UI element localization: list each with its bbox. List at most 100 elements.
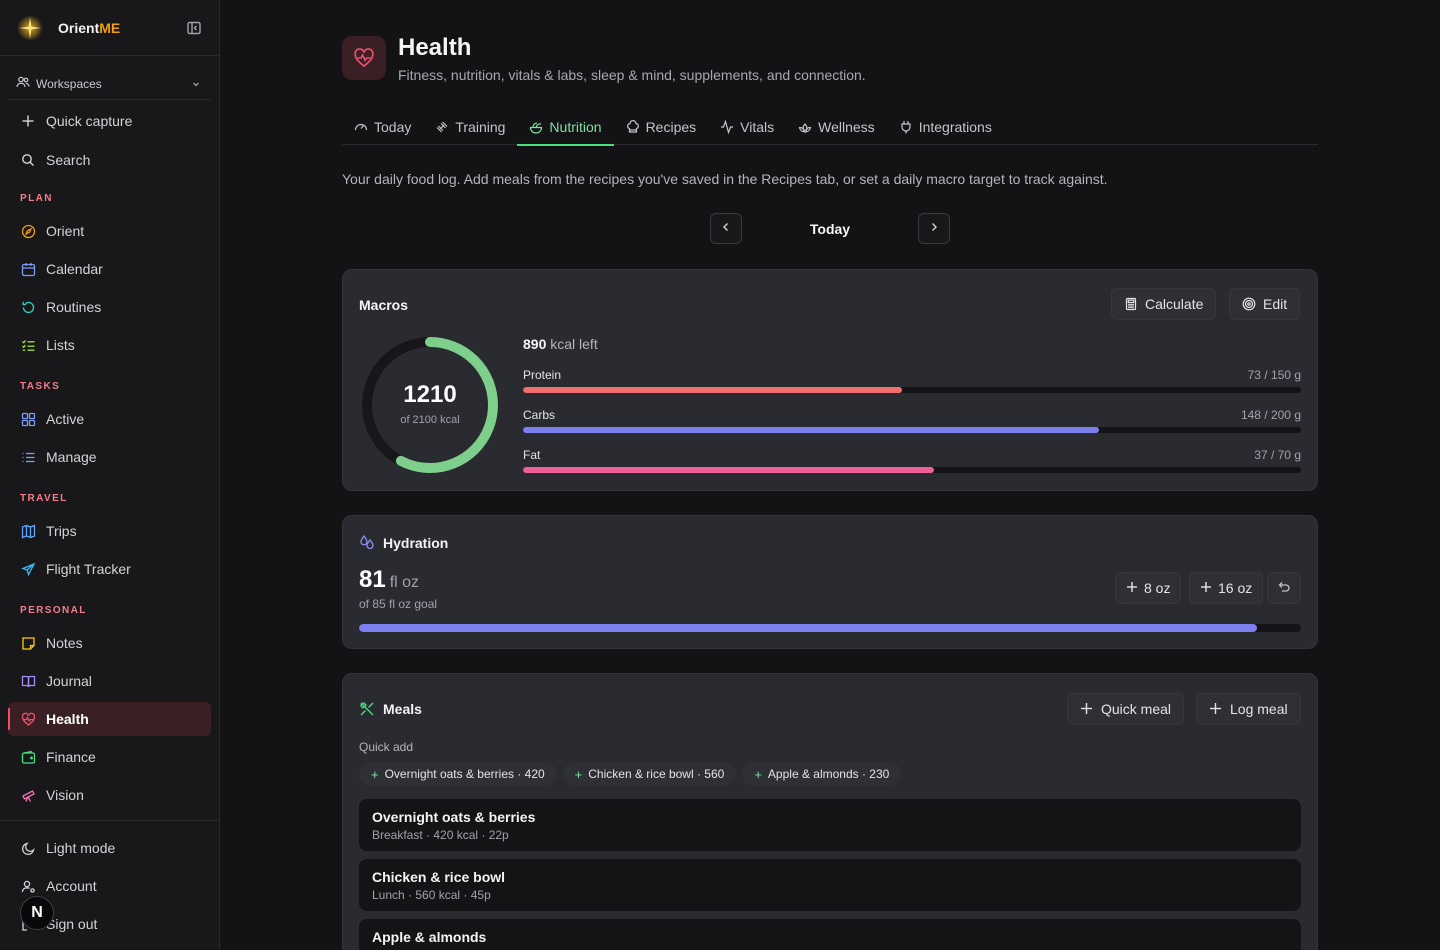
tab-integrations[interactable]: Integrations [887, 108, 1004, 145]
page-title: Health [398, 34, 472, 61]
tab-wellness[interactable]: Wellness [786, 108, 887, 145]
quick-add-label: Quick add [359, 740, 414, 754]
divider [0, 820, 220, 821]
chevron-right-icon [928, 220, 940, 238]
telescope-icon [20, 787, 36, 803]
calculate-button[interactable]: Calculate [1111, 288, 1217, 320]
macro-progress-track [523, 467, 1301, 473]
tab-recipes[interactable]: Recipes [614, 108, 709, 145]
list-icon [20, 449, 36, 465]
plus-icon: + [574, 766, 583, 782]
sidebar-item-manage[interactable]: Manage [8, 440, 211, 474]
grid-icon [20, 411, 36, 427]
checklist-icon [20, 337, 36, 353]
sidebar-item-orient[interactable]: Orient [8, 214, 211, 248]
lotus-icon [798, 120, 812, 134]
users-icon [16, 75, 30, 92]
edit-targets-button[interactable]: Edit [1229, 288, 1301, 320]
meal-entry[interactable]: Overnight oats & berries Breakfast · 420… [359, 799, 1301, 851]
calculator-icon [1124, 297, 1138, 311]
sidebar-item-notes[interactable]: Notes [8, 626, 211, 660]
macro-row-protein: Protein 73 / 150 g [523, 368, 1301, 393]
macro-progress-track [523, 427, 1301, 433]
tab-vitals[interactable]: Vitals [708, 108, 786, 145]
note-icon [20, 635, 36, 651]
add-16oz-button[interactable]: 16 oz [1189, 572, 1264, 604]
macros-card: Macros Calculate Edit 1210 of 2100 kcal … [342, 269, 1318, 491]
search-button[interactable]: Search [8, 143, 211, 177]
heart-pulse-icon [20, 711, 36, 727]
divider [0, 55, 220, 56]
undo-icon [1277, 580, 1291, 597]
undo-hydration-button[interactable] [1267, 572, 1301, 604]
tab-training[interactable]: Training [423, 108, 517, 145]
section-label-plan: PLAN [20, 193, 53, 204]
health-tabs: Today Training Nutrition Recipes Vitals … [342, 108, 1318, 146]
hydration-progress-track [359, 624, 1301, 632]
light-mode-toggle[interactable]: Light mode [8, 831, 211, 865]
section-label-travel: TRAVEL [20, 493, 68, 504]
page-subtitle: Fitness, nutrition, vitals & labs, sleep… [398, 67, 866, 83]
next-day-button[interactable] [918, 213, 950, 244]
sidebar-item-trips[interactable]: Trips [8, 514, 211, 548]
macro-row-fat: Fat 37 / 70 g [523, 448, 1301, 473]
quick-add-chip[interactable]: + Apple & almonds · 230 [742, 762, 902, 786]
refresh-icon [20, 299, 36, 315]
quick-add-chip[interactable]: + Overnight oats & berries · 420 [359, 762, 557, 786]
brand[interactable]: OrientME [16, 12, 206, 44]
brand-name: OrientME [58, 20, 121, 36]
hydration-title: Hydration [383, 535, 449, 551]
workspace-selector[interactable]: Workspaces [8, 68, 211, 100]
sidebar-item-calendar[interactable]: Calendar [8, 252, 211, 286]
hydration-progress-fill [359, 624, 1257, 632]
section-label-personal: PERSONAL [20, 605, 87, 616]
quick-capture-button[interactable]: Quick capture [8, 104, 211, 138]
meal-entry[interactable]: Apple & almonds [359, 919, 1301, 950]
main-content: Health Fitness, nutrition, vitals & labs… [342, 0, 1318, 950]
calories-goal: of 2100 kcal [400, 414, 460, 426]
user-settings-icon [20, 878, 36, 894]
sidebar-item-journal[interactable]: Journal [8, 664, 211, 698]
dumbbell-icon [435, 120, 449, 134]
avatar[interactable]: N [20, 896, 54, 930]
sidebar-item-active[interactable]: Active [8, 402, 211, 436]
macro-progress-fill [523, 387, 902, 393]
calendar-icon [20, 261, 36, 277]
chef-hat-icon [626, 119, 640, 134]
salad-icon [529, 120, 543, 134]
plus-icon [1080, 702, 1094, 716]
tab-nutrition[interactable]: Nutrition [517, 108, 614, 146]
sidebar: OrientME Workspaces Quick capture Search… [0, 0, 220, 950]
heart-pulse-icon [342, 36, 386, 80]
plus-icon [1209, 702, 1223, 716]
plus-icon [1126, 581, 1140, 595]
book-icon [20, 673, 36, 689]
meal-entry[interactable]: Chicken & rice bowl Lunch · 560 kcal · 4… [359, 859, 1301, 911]
sidebar-item-finance[interactable]: Finance [8, 740, 211, 774]
hydration-amount: 81 fl oz [359, 566, 420, 593]
quick-add-chip[interactable]: + Chicken & rice bowl · 560 [562, 762, 737, 786]
quick-meal-button[interactable]: Quick meal [1067, 693, 1185, 725]
utensils-icon [359, 701, 375, 722]
search-icon [20, 152, 36, 168]
plus-icon [20, 113, 36, 129]
quick-add-chips: + Overnight oats & berries · 420 + Chicken… [359, 762, 907, 786]
sidebar-item-routines[interactable]: Routines [8, 290, 211, 324]
sidebar-item-health[interactable]: Health [8, 702, 211, 736]
activity-icon [720, 119, 734, 134]
meals-card: Meals Quick meal Log meal Quick add + Ove… [342, 673, 1318, 950]
sidebar-collapse-icon[interactable] [186, 20, 202, 36]
sidebar-item-vision[interactable]: Vision [8, 778, 211, 812]
plus-icon [1200, 581, 1214, 595]
chevron-down-icon [191, 78, 201, 92]
add-8oz-button[interactable]: 8 oz [1115, 572, 1182, 604]
tab-today[interactable]: Today [342, 108, 423, 145]
map-icon [20, 523, 36, 539]
sidebar-item-flight-tracker[interactable]: Flight Tracker [8, 552, 211, 586]
sidebar-item-lists[interactable]: Lists [8, 328, 211, 362]
nutrition-intro: Your daily food log. Add meals from the … [342, 171, 1108, 187]
date-label: Today [809, 221, 851, 237]
log-meal-button[interactable]: Log meal [1196, 693, 1301, 725]
date-navigator: Today [710, 213, 950, 245]
section-label-tasks: TASKS [20, 381, 61, 392]
